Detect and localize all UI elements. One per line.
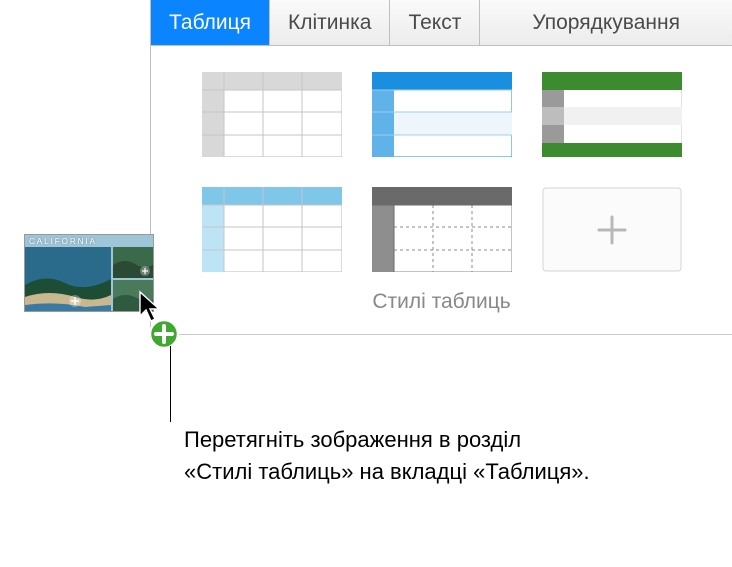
- tab-arrange[interactable]: Упорядкування: [480, 0, 732, 45]
- table-style-gray[interactable]: [202, 72, 342, 157]
- tab-cell[interactable]: Клітинка: [270, 0, 390, 45]
- table-style-darkgray[interactable]: [372, 187, 512, 272]
- caption-line-2: «Стилі таблиць» на вкладці «Таблиця».: [184, 459, 590, 484]
- table-style-green[interactable]: [542, 72, 682, 157]
- table-styles-label: Стилі таблиць: [181, 290, 702, 314]
- drag-image-thumbnail[interactable]: CALIFORNIA: [24, 234, 154, 312]
- tab-text[interactable]: Текст: [390, 0, 480, 45]
- add-plus-icon: [148, 318, 180, 355]
- table-style-lightblue[interactable]: [202, 187, 342, 272]
- table-styles-section: Стилі таблиць: [151, 46, 732, 335]
- thumbnail-title: CALIFORNIA: [29, 237, 97, 246]
- caption-line-1: Перетягніть зображення в розділ: [184, 427, 521, 452]
- tab-table[interactable]: Таблиця: [151, 0, 270, 45]
- inspector-panel: Таблиця Клітинка Текст Упорядкування: [150, 0, 732, 335]
- table-styles-grid: [181, 72, 702, 272]
- inspector-tabs: Таблиця Клітинка Текст Упорядкування: [151, 0, 732, 46]
- callout-caption: Перетягніть зображення в розділ «Стилі т…: [184, 424, 590, 488]
- callout-leader-line: [170, 346, 171, 422]
- table-style-blue[interactable]: [372, 72, 512, 157]
- table-style-add[interactable]: [542, 187, 682, 272]
